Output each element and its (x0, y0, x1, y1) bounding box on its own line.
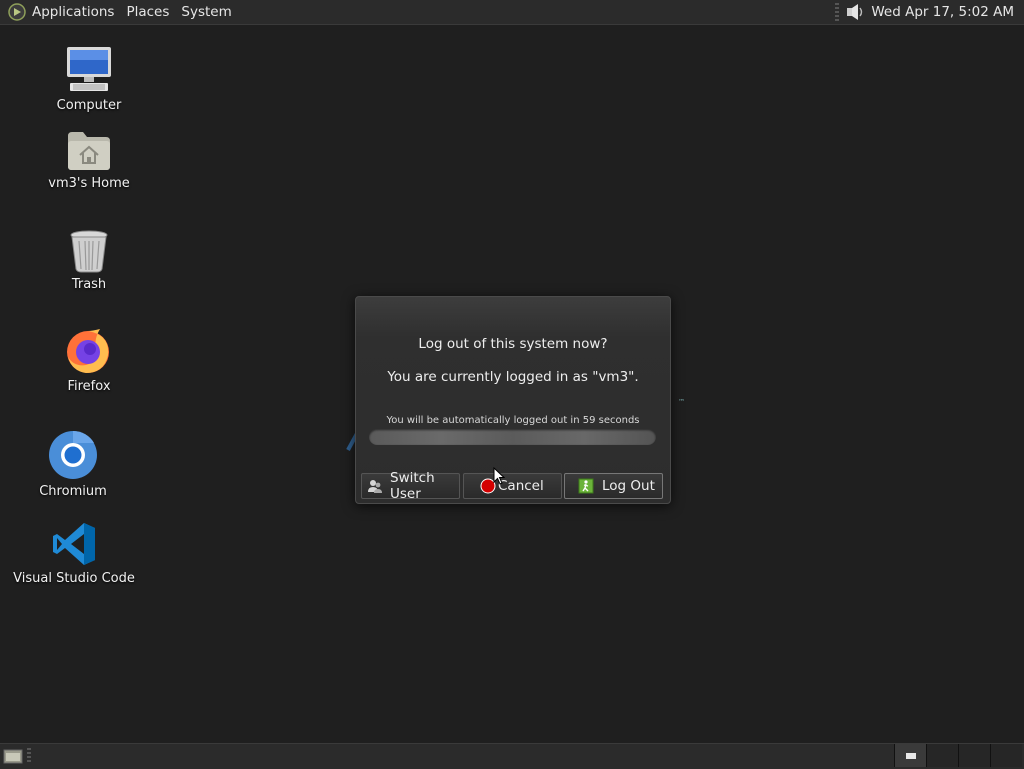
trash-icon (70, 230, 108, 273)
desktop-icon-label: Chromium (39, 484, 107, 499)
workspace-1[interactable] (894, 744, 926, 767)
countdown-text: You will be automatically logged out in … (386, 415, 640, 426)
desktop-icon-home[interactable]: vm3's Home (44, 128, 134, 191)
logout-question: Log out of this system now? (418, 336, 608, 352)
show-desktop-icon[interactable] (3, 748, 23, 765)
bottom-panel (0, 743, 1024, 769)
volume-icon[interactable] (845, 2, 865, 22)
workspace-2[interactable] (926, 744, 958, 767)
logout-countdown-progress (369, 429, 656, 445)
panel-handle (27, 748, 31, 764)
system-menu[interactable]: System (175, 0, 237, 24)
switch-user-icon (368, 480, 382, 493)
vscode-icon (53, 523, 95, 565)
logged-in-as-text: You are currently logged in as "vm3". (387, 369, 639, 385)
exit-icon (578, 478, 594, 494)
desktop-icon-chromium[interactable]: Chromium (32, 430, 114, 499)
top-panel: Applications Places System Wed Apr 17, 5… (0, 0, 1024, 25)
desktop-icon-label: Trash (71, 277, 107, 292)
switch-user-button[interactable]: Switch User (361, 470, 460, 502)
applications-menu[interactable]: Applications (26, 0, 120, 24)
mouse-pointer-icon (493, 467, 505, 485)
desktop-icon-firefox[interactable]: Firefox (48, 325, 130, 394)
workspace-window-thumb (905, 752, 916, 759)
applications-logo-icon[interactable] (8, 3, 26, 21)
computer-icon (67, 47, 111, 91)
svg-text:™: ™ (678, 398, 685, 406)
home-folder-icon (68, 132, 110, 170)
desktop-icon-vscode[interactable]: Visual Studio Code (13, 521, 135, 586)
switch-user-label: Switch User (390, 470, 435, 502)
desktop-icon-label: Firefox (67, 379, 111, 394)
firefox-icon (67, 329, 109, 373)
desktop-icon-trash[interactable]: Trash (48, 229, 130, 292)
chromium-icon (49, 430, 97, 479)
desktop-icon-label: vm3's Home (48, 176, 130, 191)
clock[interactable]: Wed Apr 17, 5:02 AM (865, 0, 1024, 24)
workspace-switcher[interactable] (894, 744, 1024, 769)
log-out-label: Log Out (602, 478, 655, 494)
workspace-3[interactable] (958, 744, 990, 767)
cancel-button[interactable]: Cancel (463, 473, 562, 499)
log-out-button[interactable]: Log Out (564, 473, 663, 499)
workspace-4[interactable] (990, 744, 1022, 767)
places-menu[interactable]: Places (120, 0, 175, 24)
logout-dialog: Log out of this system now? You are curr… (355, 296, 671, 504)
desktop-icon-computer[interactable]: Computer (48, 44, 130, 113)
panel-handle (835, 3, 840, 21)
desktop-icon-label: Visual Studio Code (13, 571, 135, 586)
desktop-icon-label: Computer (56, 98, 122, 113)
